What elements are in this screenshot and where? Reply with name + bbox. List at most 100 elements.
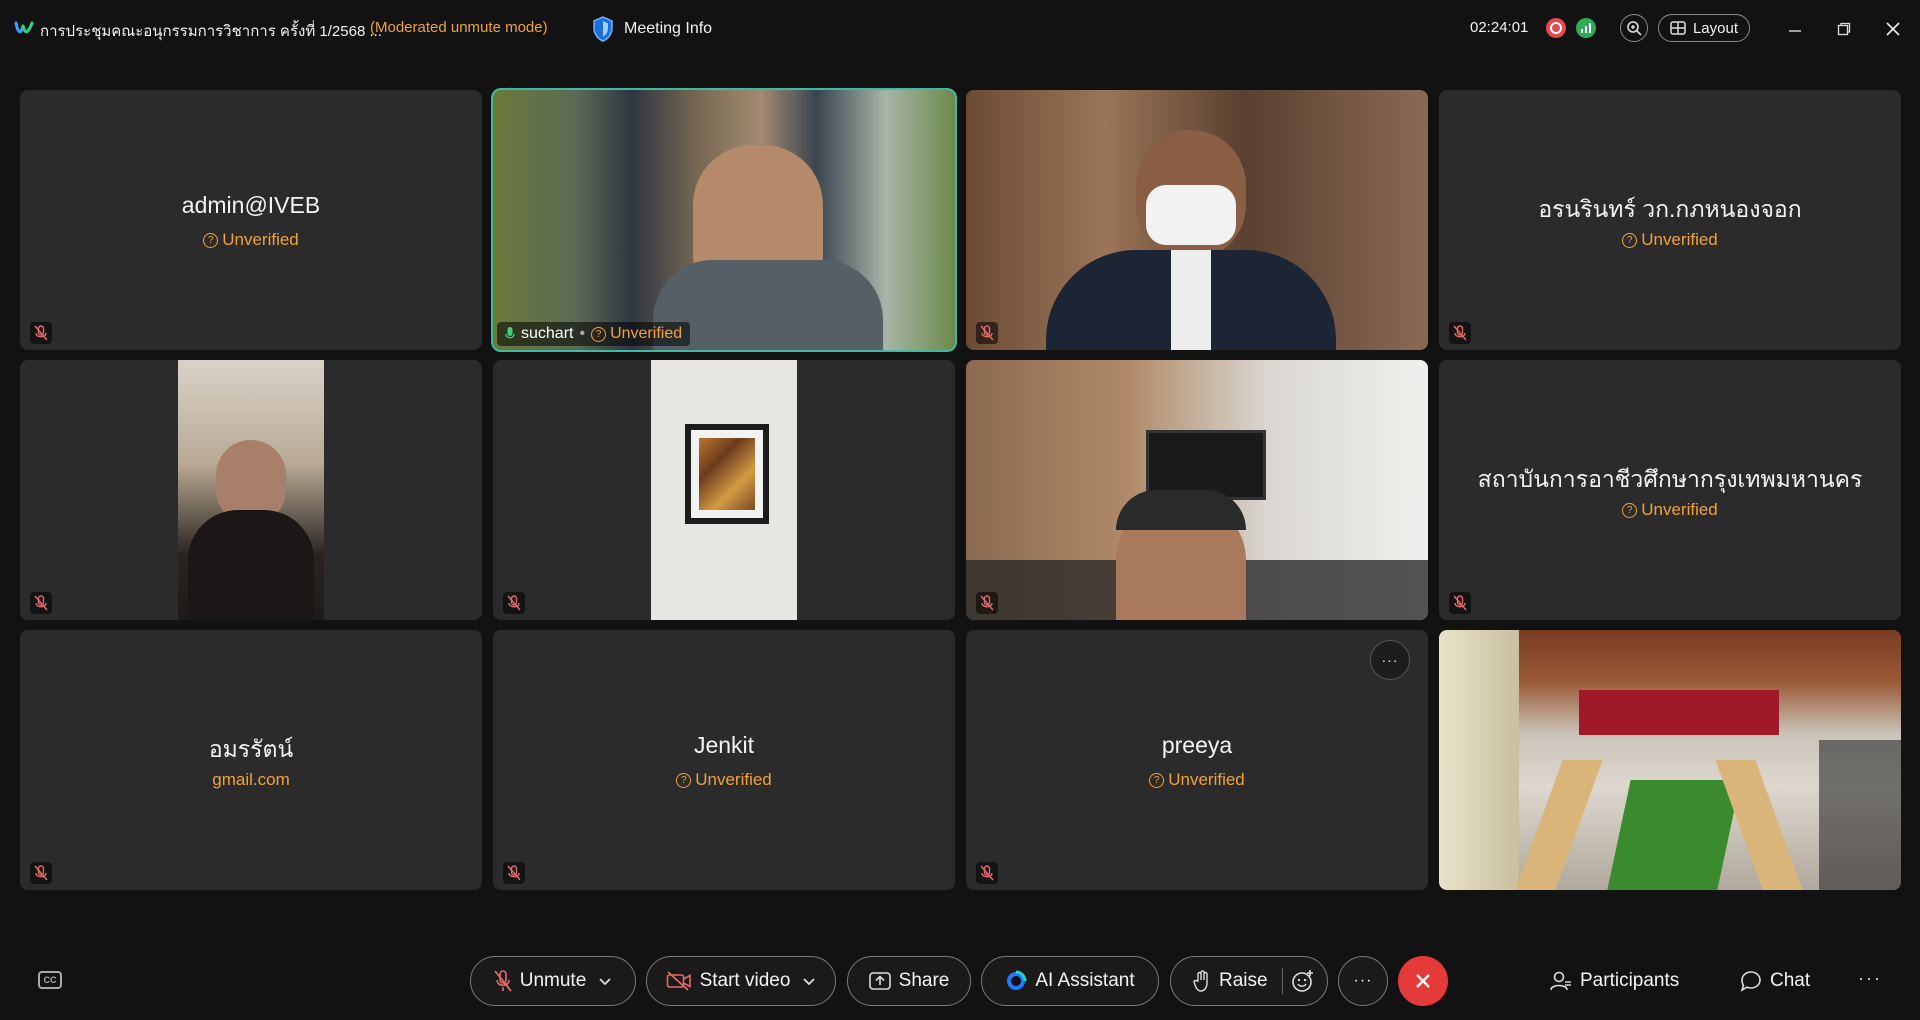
verification-status: ? Unverified	[591, 325, 682, 343]
participant-tile[interactable]	[1439, 630, 1901, 890]
participant-tile[interactable]	[966, 360, 1428, 620]
participant-tile[interactable]: Jenkit ? Unverified	[493, 630, 955, 890]
question-icon: ?	[591, 326, 607, 342]
raise-label: Raise	[1219, 970, 1268, 991]
participant-tile[interactable]: admin@IVEB ? Unverified	[20, 90, 482, 350]
participant-name: Jenkit	[693, 732, 755, 758]
participant-more-button[interactable]: ···	[1370, 640, 1410, 680]
video-off-icon	[666, 971, 691, 991]
mic-muted-icon	[976, 862, 998, 884]
unmute-button[interactable]: Unmute	[470, 956, 636, 1006]
participant-video	[1439, 630, 1901, 890]
layout-button[interactable]: Layout	[1658, 14, 1750, 42]
recording-icon[interactable]	[1546, 18, 1566, 38]
mic-muted-icon	[1449, 322, 1471, 344]
start-video-label: Start video	[699, 970, 791, 991]
participant-tile[interactable]	[20, 360, 482, 620]
chat-label: Chat	[1770, 970, 1811, 991]
verification-status: ? Unverified	[493, 770, 955, 790]
participant-name: อมรรัตน์	[208, 736, 294, 762]
participant-tile[interactable]: อมรรัตน์ gmail.com	[20, 630, 482, 890]
participant-video	[966, 90, 1428, 350]
verification-status: ? Unverified	[1439, 500, 1901, 520]
participant-email-domain: gmail.com	[212, 770, 290, 789]
minimize-button[interactable]	[1780, 14, 1810, 44]
mic-muted-icon	[30, 322, 52, 344]
unmute-label: Unmute	[519, 970, 587, 991]
minimize-icon	[1789, 30, 1801, 32]
leave-meeting-button[interactable]	[1398, 956, 1448, 1006]
share-label: Share	[898, 970, 950, 991]
mic-active-icon	[505, 327, 515, 339]
closed-captions-button[interactable]: CC	[38, 971, 62, 989]
reactions-icon[interactable]	[1291, 969, 1315, 993]
meeting-timer: 02:24:01	[1470, 19, 1529, 36]
participant-name: สถาบันการอาชีวศึกษากรุงเทพมหานคร	[1477, 466, 1863, 492]
share-button[interactable]: Share	[847, 956, 971, 1006]
more-icon: ···	[1353, 972, 1373, 989]
verification-status: ? Unverified	[1439, 230, 1901, 250]
network-signal-icon[interactable]	[1576, 18, 1596, 38]
participants-button[interactable]: Participants	[1550, 966, 1679, 996]
participant-video	[966, 360, 1428, 620]
participants-icon	[1550, 971, 1571, 991]
chevron-down-icon[interactable]	[598, 976, 612, 986]
question-icon: ?	[1622, 502, 1638, 518]
mic-muted-icon	[494, 970, 512, 992]
mic-muted-icon	[30, 592, 52, 614]
start-video-button[interactable]: Start video	[646, 956, 836, 1006]
meeting-info-label: Meeting Info	[624, 20, 713, 37]
raise-hand-icon	[1193, 970, 1208, 992]
restore-icon	[1837, 22, 1851, 36]
title-bar: การประชุมคณะอนุกรรมการวิชาการ ครั้งที่ 1…	[0, 0, 1920, 58]
share-icon	[868, 972, 891, 990]
participant-tile[interactable]: ··· preeya ? Unverified	[966, 630, 1428, 890]
more-options-button[interactable]: ···	[1338, 956, 1388, 1006]
meeting-info-button[interactable]: Meeting Info	[592, 14, 712, 44]
question-icon: ?	[676, 772, 692, 788]
shield-icon	[593, 16, 613, 42]
close-icon	[1886, 22, 1900, 36]
mic-muted-icon	[503, 862, 525, 884]
zoom-button[interactable]	[1620, 14, 1648, 42]
mic-muted-icon	[503, 592, 525, 614]
participant-name: preeya	[1161, 732, 1233, 758]
restore-button[interactable]	[1829, 14, 1859, 44]
zoom-icon	[1627, 21, 1642, 36]
chat-icon	[1740, 971, 1761, 992]
ai-assistant-button[interactable]: AI Assistant	[981, 956, 1159, 1006]
verification-status: ? Unverified	[20, 230, 482, 250]
question-icon: ?	[1622, 232, 1638, 248]
participant-video	[178, 360, 324, 620]
participant-tile[interactable]: สถาบันการอาชีวศึกษากรุงเทพมหานคร ? Unveri…	[1439, 360, 1901, 620]
participant-video	[493, 90, 955, 350]
layout-label: Layout	[1692, 19, 1739, 37]
toolbar-more-icon[interactable]: ···	[1858, 968, 1882, 989]
participant-tile[interactable]	[966, 90, 1428, 350]
chevron-down-icon[interactable]	[802, 976, 816, 986]
question-icon: ?	[1149, 772, 1165, 788]
speaker-label: suchart • ? Unverified	[497, 322, 691, 346]
participant-tile-active-speaker[interactable]: suchart • ? Unverified	[491, 88, 957, 352]
participant-name: admin@IVEB	[181, 192, 321, 218]
ai-assistant-icon	[1007, 970, 1027, 990]
participant-video	[651, 360, 797, 620]
chat-button[interactable]: Chat	[1740, 966, 1810, 996]
participant-tile[interactable]	[493, 360, 955, 620]
participant-name: suchart	[521, 325, 574, 342]
close-button[interactable]	[1878, 14, 1908, 44]
participant-name: อรนรินทร์ วก.กภหนองจอก	[1538, 196, 1802, 222]
layout-grid-icon	[1670, 21, 1686, 35]
moderated-mode-label: (Moderated unmute mode)	[370, 19, 548, 36]
raise-hand-button[interactable]: Raise	[1170, 956, 1328, 1006]
webex-logo-icon	[14, 21, 34, 34]
mic-muted-icon	[976, 322, 998, 344]
mic-muted-icon	[30, 862, 52, 884]
ai-assistant-label: AI Assistant	[1035, 970, 1135, 991]
verification-status: ? Unverified	[966, 770, 1428, 790]
participant-tile[interactable]: อรนรินทร์ วก.กภหนองจอก ? Unverified	[1439, 90, 1901, 350]
participants-label: Participants	[1580, 970, 1680, 991]
mic-muted-icon	[1449, 592, 1471, 614]
meeting-title: การประชุมคณะอนุกรรมการวิชาการ ครั้งที่ 1…	[40, 23, 382, 40]
closed-captions-icon: CC	[43, 975, 57, 985]
